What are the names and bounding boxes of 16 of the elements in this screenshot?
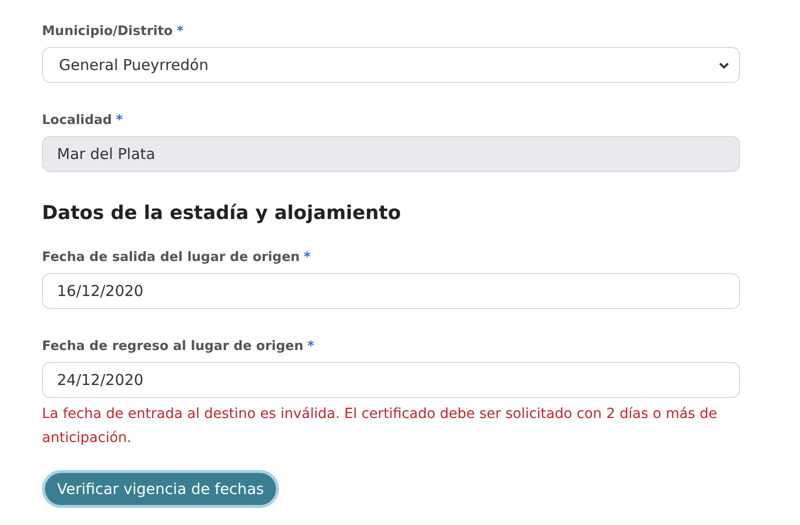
error-message: La fecha de entrada al destino es inválida. El certificado debe ser solicitado con 2 días o más de anticipación.	[42, 405, 718, 448]
dropdown-field[interactable]: General Pueyrredón	[42, 47, 740, 83]
field-label: Fecha de regreso al lugar de origen	[42, 339, 304, 354]
field-label: Municipio/Distrito	[42, 24, 173, 39]
required-mark: *	[176, 24, 184, 39]
required-mark: *	[116, 113, 123, 128]
chevron-down-icon	[719, 62, 729, 68]
required-mark: *	[307, 339, 314, 354]
field-label: Fecha de salida del lugar de origen	[42, 250, 300, 265]
required-mark: *	[304, 250, 311, 265]
section-heading: Datos de la estadía y alojamiento	[42, 202, 402, 224]
input-field[interactable]: Mar del Plata	[42, 136, 740, 172]
input-field[interactable]: 16/12/2020	[42, 273, 740, 309]
input-field[interactable]: 24/12/2020	[42, 362, 740, 398]
field-label: Localidad	[42, 113, 112, 128]
verify-button[interactable]: Verificar vigencia de fechas	[42, 470, 279, 508]
